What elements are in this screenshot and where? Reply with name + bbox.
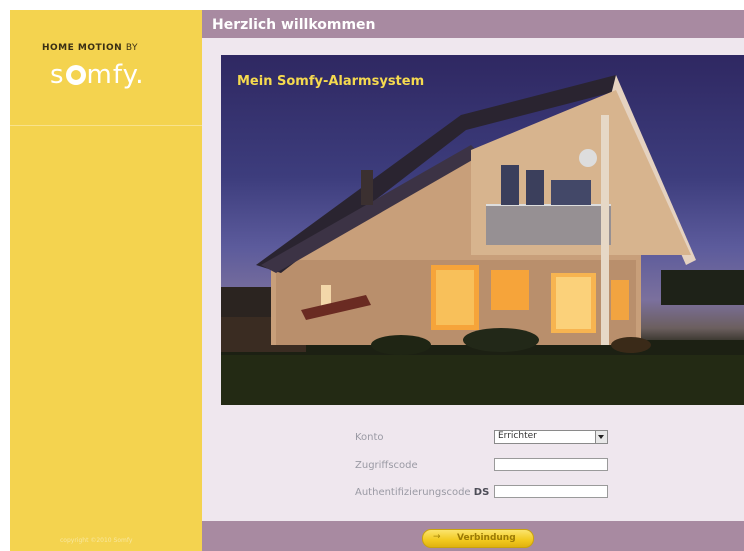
brand-tagline-text: HOME MOTION (42, 43, 123, 53)
auth-code-input[interactable] (494, 485, 608, 498)
brand-by-text: BY (125, 43, 139, 53)
page-title: Herzlich willkommen (212, 17, 376, 33)
access-code-label: Zugriffscode (355, 460, 418, 471)
access-code-input[interactable] (494, 458, 608, 471)
account-select[interactable]: Errichter (494, 430, 608, 444)
somfy-logo: s mfy. (50, 60, 145, 90)
hero-title: Mein Somfy-Alarmsystem (237, 74, 425, 89)
page-header: Herzlich willkommen (202, 10, 744, 38)
logo-letter-s: s (50, 60, 65, 90)
brand-tagline: HOME MOTION BY (42, 43, 138, 53)
logo-letters-rest: mfy. (86, 60, 145, 90)
auth-code-label-text: Authentifizierungscode (355, 487, 471, 498)
main-content: Mein Somfy-Alarmsystem Konto Errichter Z… (202, 38, 744, 521)
auth-code-label: Authentifizierungscode DS (355, 487, 489, 498)
sidebar-divider (10, 125, 202, 126)
connect-button-label: Verbindung (457, 533, 516, 543)
footer-bar: → Verbindung (202, 521, 744, 551)
sidebar: HOME MOTION BY s mfy. copyright ©2010 Som… (10, 10, 202, 551)
copyright-text: copyright ©2010 Somfy (60, 537, 133, 544)
hero-image: Mein Somfy-Alarmsystem (221, 55, 744, 405)
logo-o-icon (65, 65, 86, 85)
arrow-right-icon: → (433, 532, 441, 542)
chevron-down-icon[interactable] (595, 431, 607, 443)
account-select-value: Errichter (498, 431, 537, 441)
house-illustration (221, 75, 744, 405)
connect-button[interactable]: → Verbindung (422, 529, 534, 548)
account-label: Konto (355, 432, 384, 443)
auth-code-ds-suffix: DS (473, 487, 490, 498)
